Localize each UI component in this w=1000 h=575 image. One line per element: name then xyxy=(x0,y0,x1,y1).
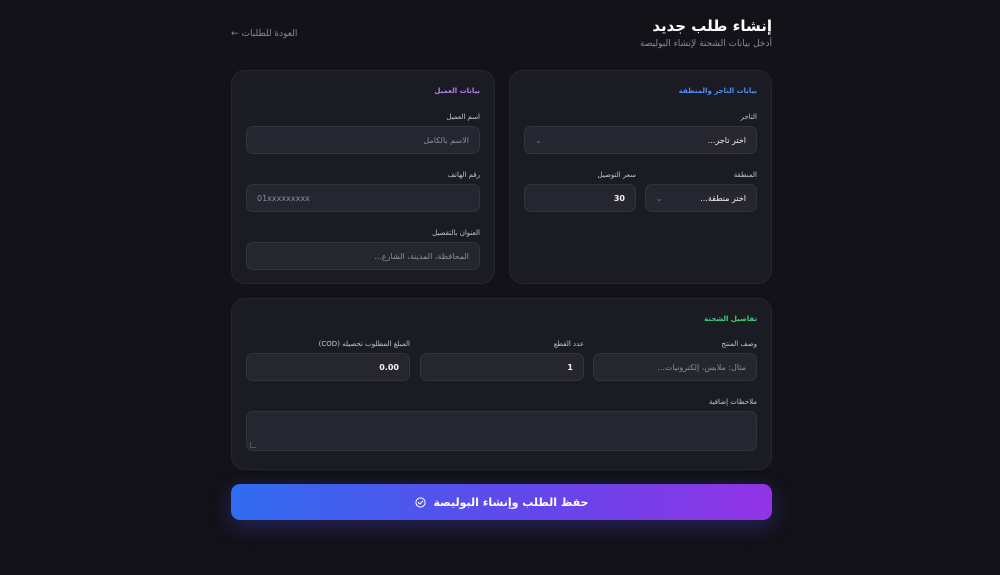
back-to-orders-link[interactable]: العودة للطلبات ← xyxy=(231,29,297,39)
pieces-count-label: عدد القطع xyxy=(553,340,584,348)
chevron-down-icon: ⌄ xyxy=(535,135,542,145)
merchant-region-card: بيانات التاجر والمنطقة التاجر اختر تاجر.… xyxy=(509,70,772,284)
customer-card-title: بيانات العميل xyxy=(434,87,480,95)
shipment-card-title: تفاصيل الشحنة xyxy=(704,315,757,323)
delivery-price-input[interactable]: 30 xyxy=(524,184,636,212)
save-order-button-label: حفظ الطلب وإنشاء البوليصة xyxy=(433,495,589,509)
save-order-button[interactable]: حفظ الطلب وإنشاء البوليصة xyxy=(231,484,772,520)
address-label: العنوان بالتفصيل xyxy=(432,229,480,237)
region-select-value: اختر منطقة... xyxy=(700,193,746,203)
merchant-select[interactable]: اختر تاجر... ⌄ xyxy=(524,126,757,154)
notes-textarea[interactable] xyxy=(246,411,757,451)
page-title: إنشاء طلب جديد xyxy=(652,17,772,35)
merchant-label: التاجر xyxy=(740,113,757,121)
customer-name-input[interactable]: الاسم بالكامل xyxy=(246,126,480,154)
cod-amount-label: المبلغ المطلوب تحصيله (COD) xyxy=(318,340,410,348)
shipment-details-card: تفاصيل الشحنة وصف المنتج مثال: ملابس، إل… xyxy=(231,298,772,470)
product-description-label: وصف المنتج xyxy=(721,340,757,348)
region-select[interactable]: اختر منطقة... ⌄ xyxy=(645,184,757,212)
phone-input[interactable]: 01xxxxxxxxx xyxy=(246,184,480,212)
region-label: المنطقة xyxy=(733,171,757,179)
pieces-count-input[interactable]: 1 xyxy=(420,353,584,381)
delivery-price-label: سعر التوصيل xyxy=(597,171,637,179)
arrow-left-icon: ← xyxy=(231,29,239,39)
page-subtitle: أدخل بيانات الشحنة لإنشاء البوليصة xyxy=(640,39,772,49)
check-circle-icon xyxy=(414,496,426,508)
phone-label: رقم الهاتف xyxy=(447,171,480,179)
create-order-page: إنشاء طلب جديد أدخل بيانات الشحنة لإنشاء… xyxy=(231,0,772,575)
notes-label: ملاحظات إضافية xyxy=(708,398,757,406)
back-link-label: العودة للطلبات xyxy=(241,29,298,39)
merchant-select-value: اختر تاجر... xyxy=(707,135,746,145)
customer-card: بيانات العميل اسم العميل الاسم بالكامل ر… xyxy=(231,70,495,284)
merchant-card-title: بيانات التاجر والمنطقة xyxy=(678,87,757,95)
chevron-down-icon: ⌄ xyxy=(656,193,663,203)
customer-name-label: اسم العميل xyxy=(446,113,480,121)
address-input[interactable]: المحافظة، المدينة، الشارع... xyxy=(246,242,480,270)
cod-amount-input[interactable]: 0.00 xyxy=(246,353,410,381)
resize-handle-icon[interactable] xyxy=(250,442,256,448)
product-description-input[interactable]: مثال: ملابس، إلكترونيات... xyxy=(593,353,757,381)
